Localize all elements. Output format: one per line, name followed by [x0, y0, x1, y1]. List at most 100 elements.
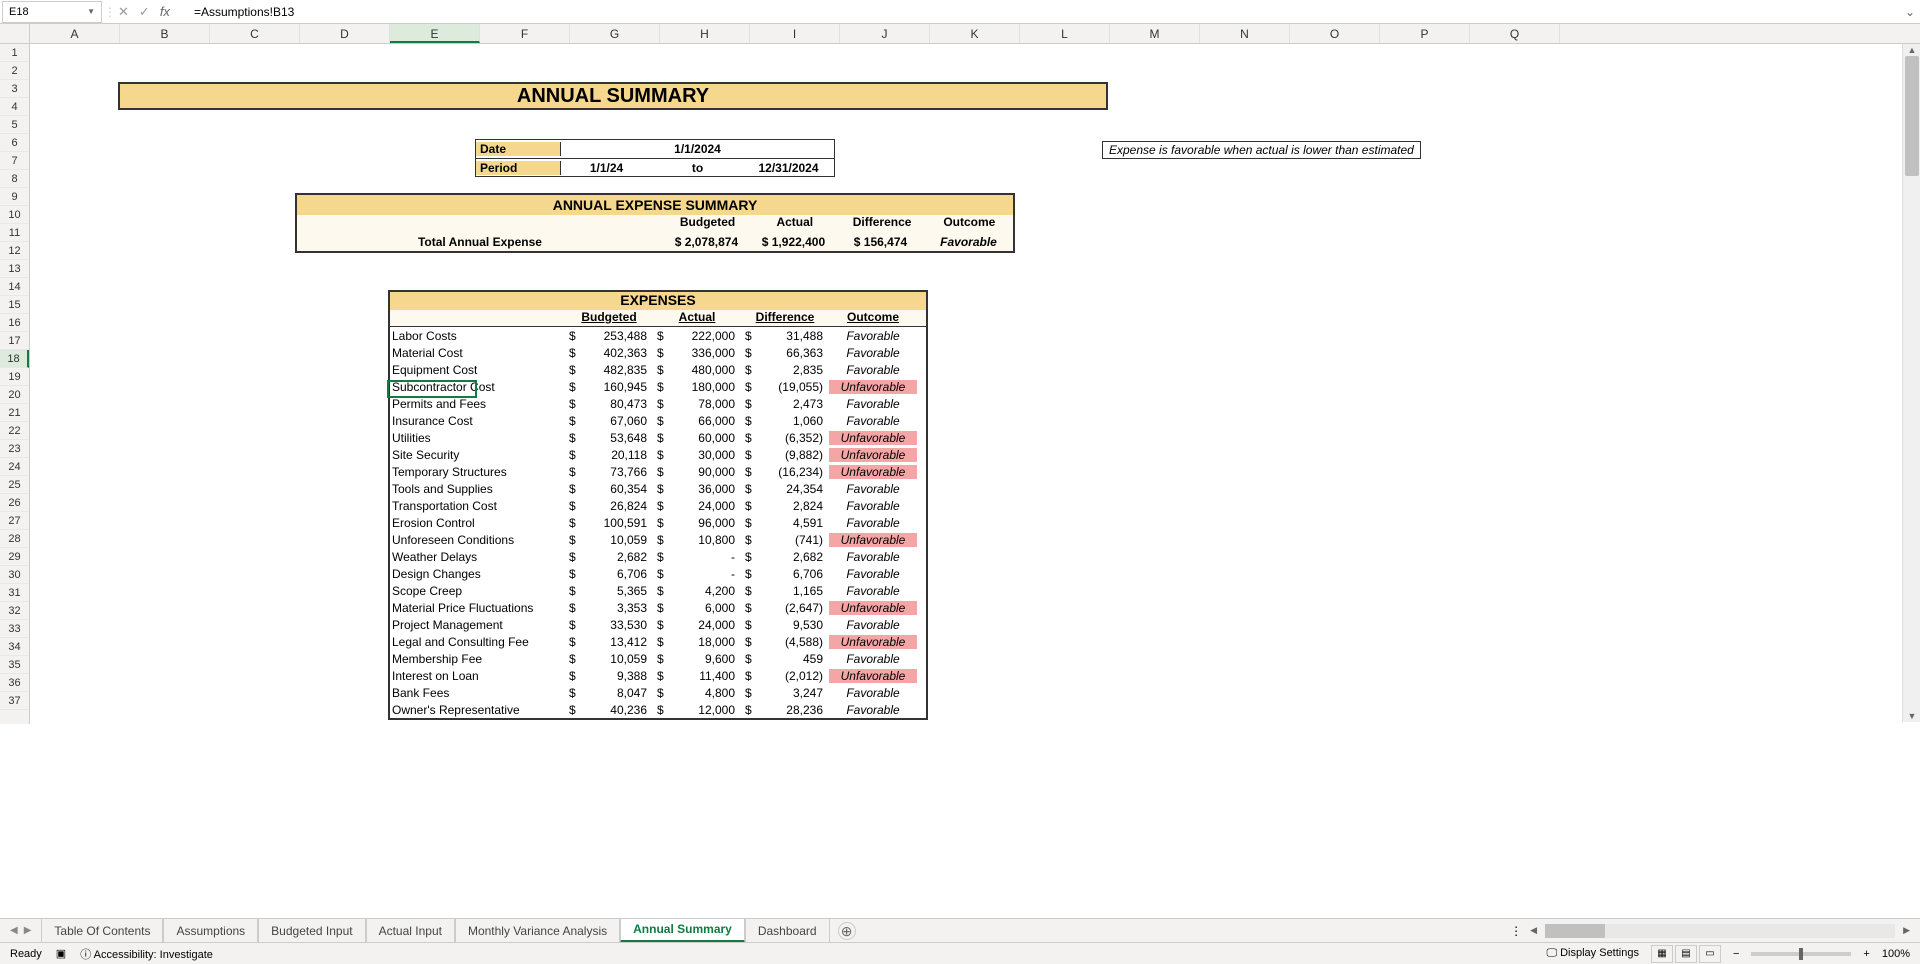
- tab-dashboard[interactable]: Dashboard: [745, 919, 830, 943]
- row-header-28[interactable]: 28: [0, 530, 29, 548]
- row-header-2[interactable]: 2: [0, 62, 29, 80]
- row-header-19[interactable]: 19: [0, 368, 29, 386]
- row-header-25[interactable]: 25: [0, 476, 29, 494]
- view-normal-icon[interactable]: ▦: [1651, 945, 1673, 963]
- add-sheet-icon[interactable]: ⊕: [838, 922, 856, 940]
- row-header-13[interactable]: 13: [0, 260, 29, 278]
- column-header-F[interactable]: F: [480, 24, 570, 43]
- view-page-layout-icon[interactable]: ▤: [1675, 945, 1697, 963]
- zoom-in-icon[interactable]: +: [1863, 948, 1869, 960]
- exp-outcome: Favorable: [829, 686, 917, 700]
- formula-input[interactable]: [188, 1, 1900, 23]
- column-header-O[interactable]: O: [1290, 24, 1380, 43]
- row-header-36[interactable]: 36: [0, 674, 29, 692]
- column-header-A[interactable]: A: [30, 24, 120, 43]
- exp-cell: $482,835: [565, 363, 653, 377]
- row-header-10[interactable]: 10: [0, 206, 29, 224]
- tab-monthly-variance-analysis[interactable]: Monthly Variance Analysis: [455, 919, 620, 943]
- scroll-up-icon[interactable]: ▲: [1903, 44, 1920, 56]
- column-header-B[interactable]: B: [120, 24, 210, 43]
- tab-prev-icon[interactable]: ◀: [10, 925, 18, 936]
- row-header-29[interactable]: 29: [0, 548, 29, 566]
- column-header-N[interactable]: N: [1200, 24, 1290, 43]
- row-header-17[interactable]: 17: [0, 332, 29, 350]
- date-value: 1/1/2024: [561, 142, 834, 156]
- tab-budgeted-input[interactable]: Budgeted Input: [258, 919, 365, 943]
- row-header-11[interactable]: 11: [0, 224, 29, 242]
- column-header-G[interactable]: G: [570, 24, 660, 43]
- name-box[interactable]: E18 ▼: [2, 1, 102, 23]
- exp-cell: $2,473: [741, 397, 829, 411]
- column-header-L[interactable]: L: [1020, 24, 1110, 43]
- tab-actual-input[interactable]: Actual Input: [366, 919, 455, 943]
- chevron-down-icon[interactable]: ▼: [87, 7, 95, 16]
- horizontal-scrollbar[interactable]: ⋮ ◀ ▶: [856, 924, 1920, 938]
- tab-next-icon[interactable]: ▶: [24, 925, 32, 936]
- row-header-12[interactable]: 12: [0, 242, 29, 260]
- row-header-33[interactable]: 33: [0, 620, 29, 638]
- scroll-thumb[interactable]: [1905, 56, 1919, 176]
- row-header-4[interactable]: 4: [0, 98, 29, 116]
- row-header-35[interactable]: 35: [0, 656, 29, 674]
- expenses-box: EXPENSES Budgeted Actual Difference Outc…: [388, 290, 928, 720]
- display-settings[interactable]: 🖵 Display Settings: [1546, 947, 1639, 960]
- row-header-24[interactable]: 24: [0, 458, 29, 476]
- row-header-22[interactable]: 22: [0, 422, 29, 440]
- row-header-8[interactable]: 8: [0, 170, 29, 188]
- select-all-corner[interactable]: [0, 24, 30, 43]
- hscroll-track[interactable]: [1545, 924, 1895, 938]
- zoom-slider[interactable]: [1751, 952, 1851, 956]
- column-header-D[interactable]: D: [300, 24, 390, 43]
- hscroll-right-icon[interactable]: ▶: [1903, 925, 1910, 936]
- expand-formula-icon[interactable]: ⌄: [1900, 5, 1920, 19]
- row-header-20[interactable]: 20: [0, 386, 29, 404]
- column-header-M[interactable]: M: [1110, 24, 1200, 43]
- zoom-knob[interactable]: [1799, 948, 1803, 960]
- row-header-15[interactable]: 15: [0, 296, 29, 314]
- row-header-18[interactable]: 18: [0, 350, 29, 368]
- row-header-14[interactable]: 14: [0, 278, 29, 296]
- row-header-7[interactable]: 7: [0, 152, 29, 170]
- column-header-J[interactable]: J: [840, 24, 930, 43]
- hscroll-thumb[interactable]: [1545, 924, 1605, 938]
- vertical-scrollbar[interactable]: ▲ ▼: [1902, 44, 1920, 722]
- row-header-3[interactable]: 3: [0, 80, 29, 98]
- exp-outcome: Favorable: [829, 482, 917, 496]
- zoom-out-icon[interactable]: −: [1733, 948, 1739, 960]
- fx-icon[interactable]: fx: [160, 4, 170, 19]
- accept-icon[interactable]: ✓: [139, 4, 150, 20]
- column-header-Q[interactable]: Q: [1470, 24, 1560, 43]
- row-header-1[interactable]: 1: [0, 44, 29, 62]
- row-header-5[interactable]: 5: [0, 116, 29, 134]
- tab-assumptions[interactable]: Assumptions: [163, 919, 258, 943]
- column-header-P[interactable]: P: [1380, 24, 1470, 43]
- row-header-30[interactable]: 30: [0, 566, 29, 584]
- row-header-32[interactable]: 32: [0, 602, 29, 620]
- column-header-E[interactable]: E: [390, 24, 480, 43]
- cancel-icon[interactable]: ✕: [118, 4, 129, 20]
- hscroll-left-icon[interactable]: ◀: [1530, 925, 1537, 936]
- column-header-K[interactable]: K: [930, 24, 1020, 43]
- accessibility-status[interactable]: ⓘ Accessibility: Investigate: [80, 946, 213, 962]
- macro-record-icon[interactable]: ▣: [56, 947, 66, 960]
- tab-table-of-contents[interactable]: Table Of Contents: [41, 919, 163, 943]
- view-buttons: ▦ ▤ ▭: [1651, 945, 1721, 963]
- row-header-21[interactable]: 21: [0, 404, 29, 422]
- row-header-9[interactable]: 9: [0, 188, 29, 206]
- column-header-I[interactable]: I: [750, 24, 840, 43]
- row-header-34[interactable]: 34: [0, 638, 29, 656]
- row-header-37[interactable]: 37: [0, 692, 29, 710]
- view-page-break-icon[interactable]: ▭: [1699, 945, 1721, 963]
- row-header-31[interactable]: 31: [0, 584, 29, 602]
- row-header-16[interactable]: 16: [0, 314, 29, 332]
- sheet-area[interactable]: ANNUAL SUMMARY Date 1/1/2024 Period 1/1/…: [30, 44, 1920, 724]
- column-header-H[interactable]: H: [660, 24, 750, 43]
- row-header-27[interactable]: 27: [0, 512, 29, 530]
- zoom-level[interactable]: 100%: [1882, 948, 1910, 960]
- row-header-6[interactable]: 6: [0, 134, 29, 152]
- row-header-26[interactable]: 26: [0, 494, 29, 512]
- tab-annual-summary[interactable]: Annual Summary: [620, 919, 745, 943]
- scroll-down-icon[interactable]: ▼: [1903, 710, 1920, 722]
- column-header-C[interactable]: C: [210, 24, 300, 43]
- row-header-23[interactable]: 23: [0, 440, 29, 458]
